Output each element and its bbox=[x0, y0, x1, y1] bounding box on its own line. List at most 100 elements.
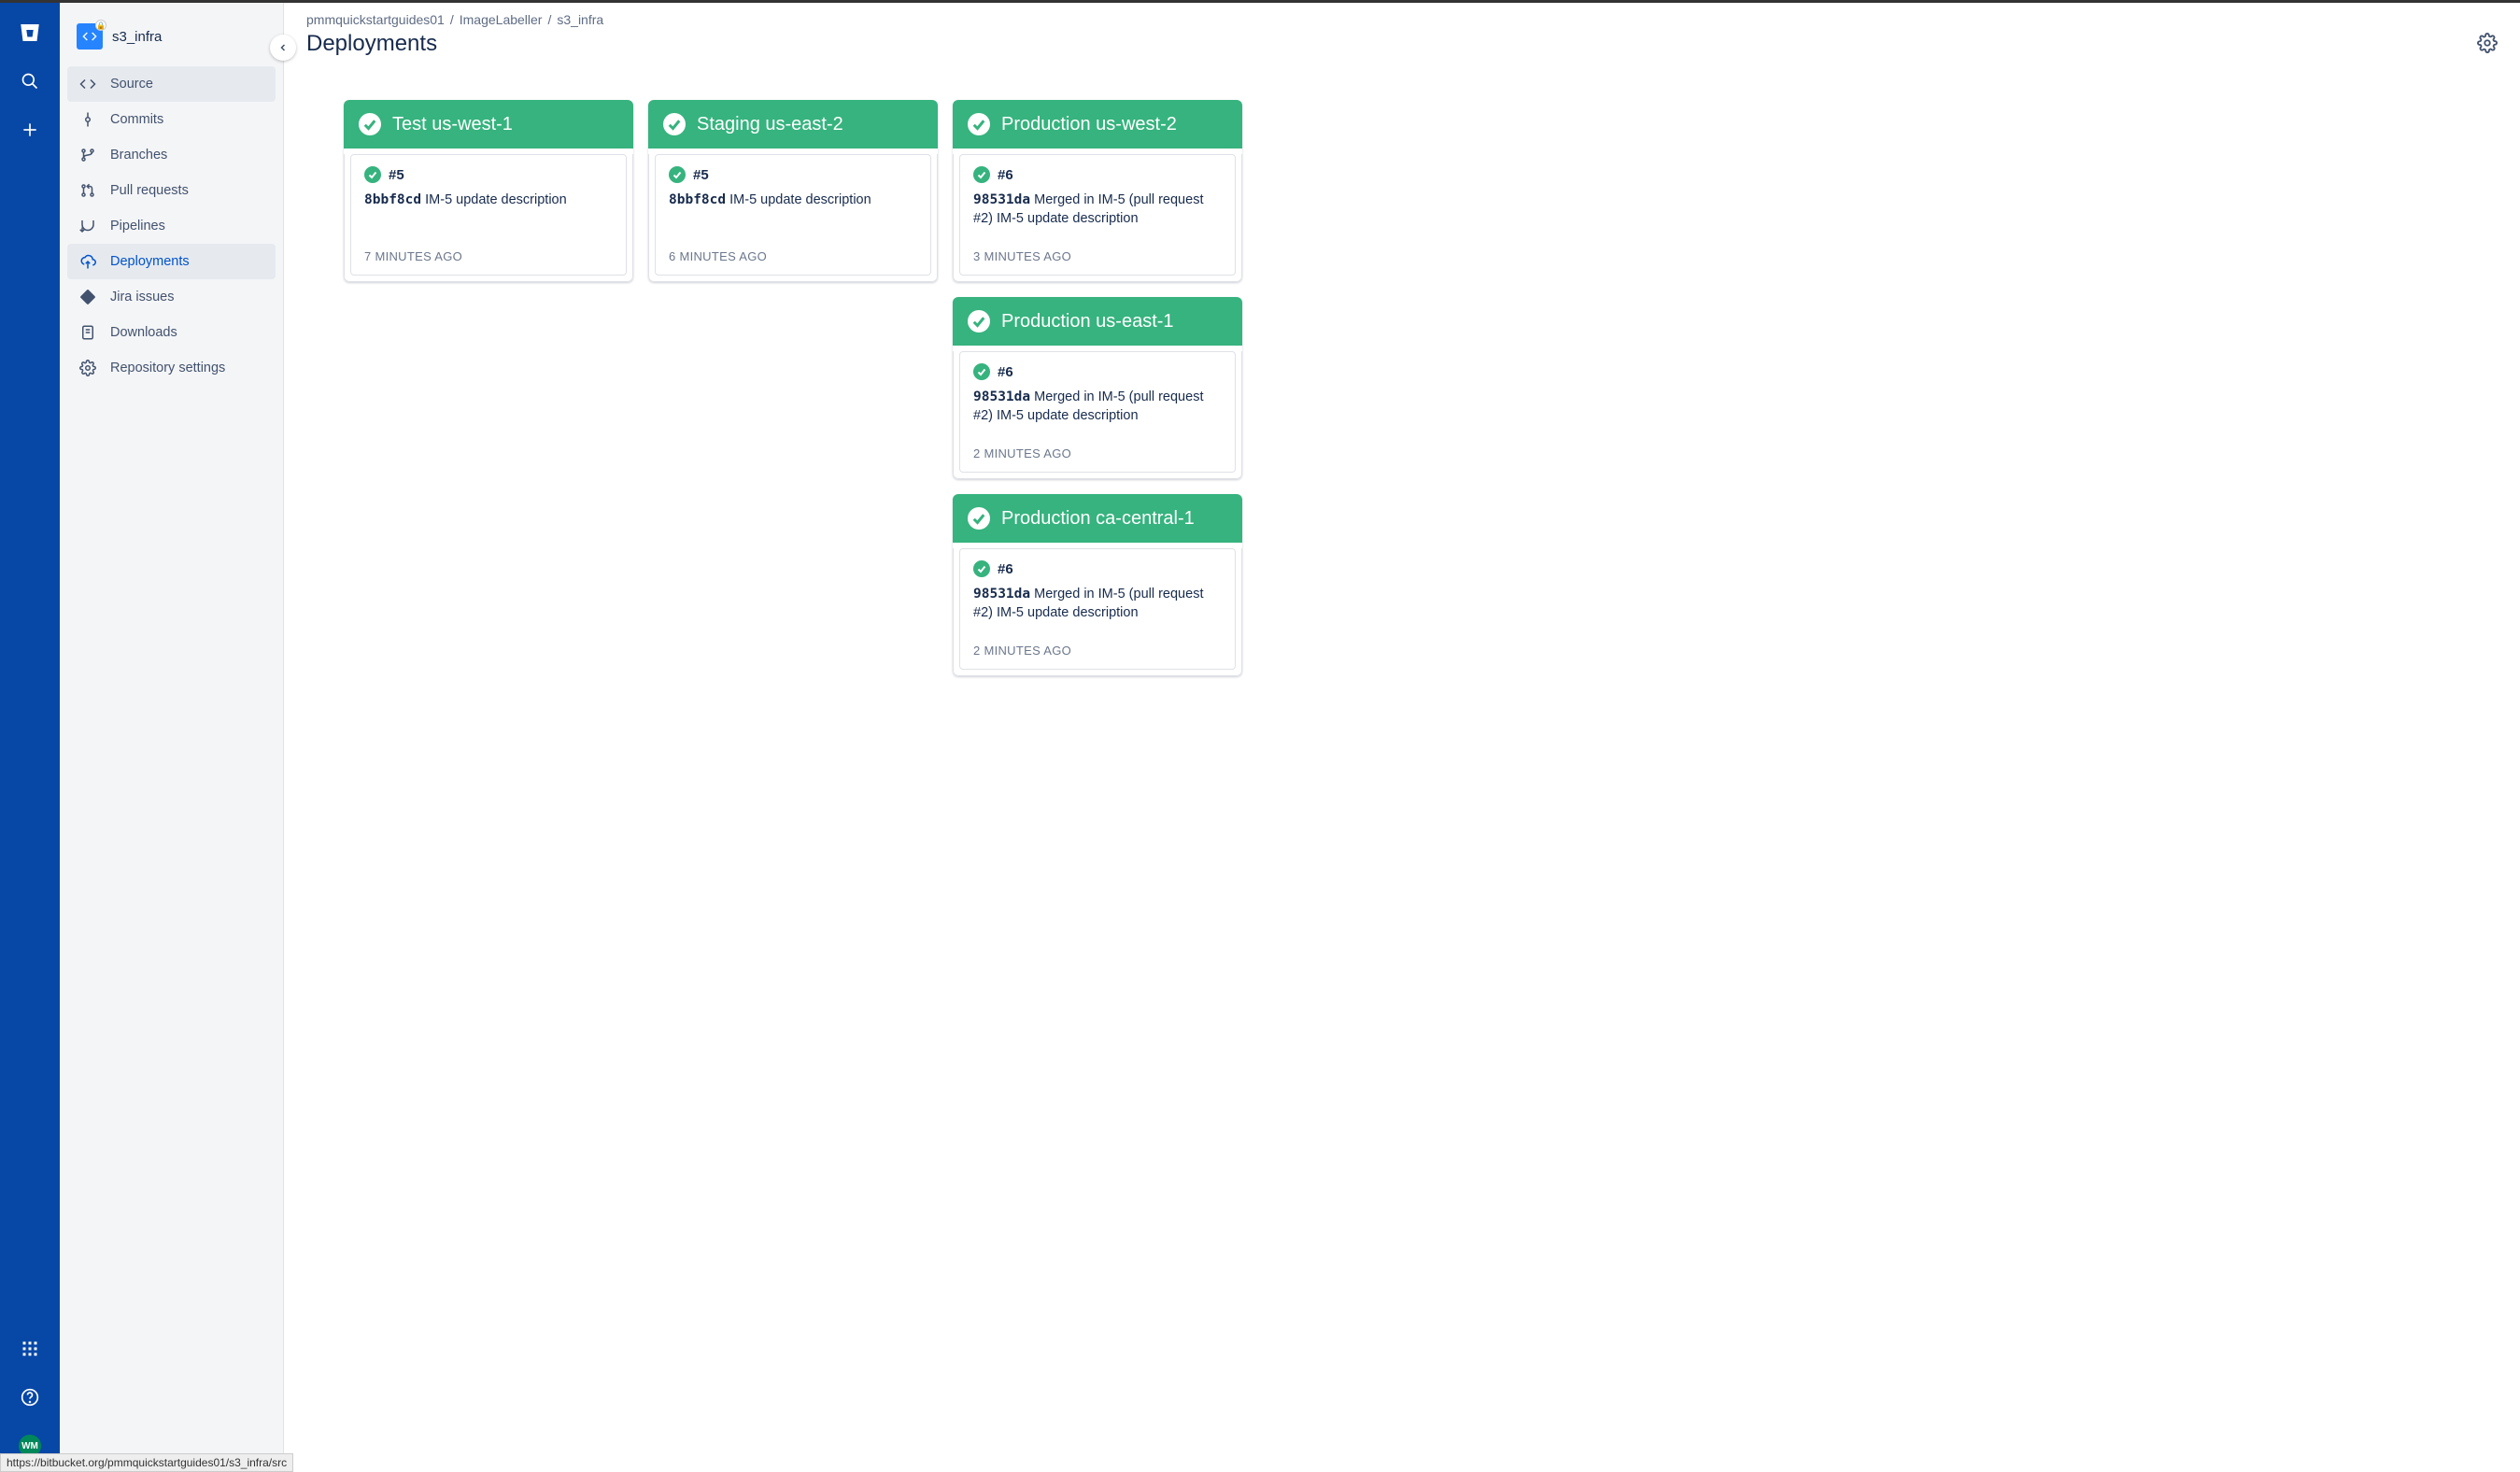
commit-hash[interactable]: 8bbf8cd bbox=[669, 192, 726, 207]
environment-name: Production us-west-2 bbox=[1001, 114, 1177, 135]
build-number: #6 bbox=[998, 167, 1013, 183]
environment-card[interactable]: Production ca-central-1 #698531da Merged … bbox=[953, 494, 1242, 676]
search-icon[interactable] bbox=[19, 70, 41, 92]
bitbucket-logo-icon[interactable] bbox=[19, 21, 41, 44]
repo-header[interactable]: 🔒 s3_infra bbox=[67, 20, 276, 66]
check-circle-icon bbox=[968, 507, 990, 530]
breadcrumb-link[interactable]: pmmquickstartguides01 bbox=[306, 12, 445, 27]
breadcrumb-separator: / bbox=[547, 12, 551, 27]
build-card[interactable]: #58bbf8cd IM-5 update description7 MINUT… bbox=[350, 154, 627, 276]
check-circle-icon bbox=[359, 113, 381, 135]
page-settings-button[interactable] bbox=[2477, 33, 2498, 56]
environment-body: #6 98531da Merged in IM-5 (pull request #… bbox=[953, 351, 1242, 479]
sidebar-item-pull-requests[interactable]: Pull requests bbox=[67, 173, 276, 208]
environment-name: Test us-west-1 bbox=[392, 114, 513, 135]
commit-hash[interactable]: 98531da bbox=[973, 389, 1030, 404]
build-timestamp: 2 MINUTES AGO bbox=[973, 430, 1222, 460]
check-circle-icon bbox=[364, 166, 381, 183]
breadcrumb: pmmquickstartguides01 / ImageLabeller / … bbox=[306, 12, 2498, 27]
apps-icon[interactable] bbox=[19, 1338, 41, 1360]
check-circle-icon bbox=[968, 113, 990, 135]
build-card[interactable]: #58bbf8cd IM-5 update description6 MINUT… bbox=[655, 154, 931, 276]
environment-header: Staging us-east-2 bbox=[648, 100, 938, 149]
build-number: #5 bbox=[389, 167, 404, 183]
build-card[interactable]: #6 98531da Merged in IM-5 (pull request #… bbox=[959, 351, 1236, 473]
sidebar-item-label: Branches bbox=[110, 148, 167, 163]
environment-name: Production us-east-1 bbox=[1001, 311, 1174, 333]
environment-card[interactable]: Staging us-east-2#58bbf8cd IM-5 update d… bbox=[648, 100, 938, 282]
gear-icon bbox=[78, 359, 97, 377]
sidebar-item-label: Commits bbox=[110, 112, 163, 127]
deployment-column: Staging us-east-2#58bbf8cd IM-5 update d… bbox=[648, 100, 938, 282]
build-number: #6 bbox=[998, 364, 1013, 380]
sidebar-item-label: Repository settings bbox=[110, 361, 225, 375]
build-timestamp: 2 MINUTES AGO bbox=[973, 627, 1222, 658]
sidebar-item-downloads[interactable]: Downloads bbox=[67, 315, 276, 350]
environment-body: #58bbf8cd IM-5 update description7 MINUT… bbox=[344, 154, 633, 282]
sidebar-item-label: Pull requests bbox=[110, 183, 189, 198]
build-card[interactable]: #698531da Merged in IM-5 (pull request #… bbox=[959, 548, 1236, 670]
create-icon[interactable] bbox=[19, 119, 41, 141]
sidebar-item-label: Jira issues bbox=[110, 290, 175, 304]
environment-card[interactable]: Production us-east-1 #6 98531da Merged in … bbox=[953, 297, 1242, 479]
check-circle-icon bbox=[973, 363, 990, 380]
environment-header: Test us-west-1 bbox=[344, 100, 633, 149]
sidebar-item-branches[interactable]: Branches bbox=[67, 137, 276, 173]
commit-hash[interactable]: 98531da bbox=[973, 587, 1030, 602]
pull-request-icon bbox=[78, 181, 97, 200]
sidebar-item-label: Pipelines bbox=[110, 219, 165, 234]
browser-status-bar: https://bitbucket.org/pmmquickstartguide… bbox=[0, 1453, 293, 1472]
sidebar-item-jira-issues[interactable]: Jira issues bbox=[67, 279, 276, 315]
environment-card[interactable]: Production us-west-2 #6 98531da Merged in … bbox=[953, 100, 1242, 282]
branch-icon bbox=[78, 146, 97, 164]
check-circle-icon bbox=[663, 113, 686, 135]
environment-header: Production ca-central-1 bbox=[953, 494, 1242, 543]
collapse-sidebar-button[interactable] bbox=[270, 35, 296, 61]
environment-card[interactable]: Test us-west-1 #5 8bbf8cd IM-5 update desc… bbox=[344, 100, 633, 282]
environment-body: #6 98531da Merged in IM-5 (pull request #… bbox=[953, 154, 1242, 282]
sidebar-item-label: Deployments bbox=[110, 254, 190, 269]
breadcrumb-link[interactable]: ImageLabeller bbox=[460, 12, 543, 27]
breadcrumb-link[interactable]: s3_infra bbox=[557, 12, 603, 27]
sidebar-item-repository-settings[interactable]: Repository settings bbox=[67, 350, 276, 386]
page-title: Deployments bbox=[306, 31, 437, 57]
commit-message: 98531da Merged in IM-5 (pull request #2)… bbox=[973, 388, 1222, 426]
download-icon bbox=[78, 323, 97, 342]
sidebar-item-label: Downloads bbox=[110, 325, 177, 340]
deployment-board: Test us-west-1 #5 8bbf8cd IM-5 update desc… bbox=[306, 100, 2498, 676]
lock-icon: 🔒 bbox=[95, 20, 106, 31]
build-timestamp: 3 MINUTES AGO bbox=[973, 233, 1222, 263]
environment-header: Production us-east-1 bbox=[953, 297, 1242, 346]
environment-name: Staging us-east-2 bbox=[697, 114, 843, 135]
sidebar-item-deployments[interactable]: Deployments bbox=[67, 244, 276, 279]
code-icon bbox=[78, 75, 97, 93]
commit-icon bbox=[78, 110, 97, 129]
build-card[interactable]: #6 98531da Merged in IM-5 (pull request #… bbox=[959, 154, 1236, 276]
build-number: #5 bbox=[693, 167, 709, 183]
repo-name: s3_infra bbox=[112, 29, 162, 45]
deployment-column: Production us-west-2 #6 98531da Merged in … bbox=[953, 100, 1242, 676]
main-content: pmmquickstartguides01 / ImageLabeller / … bbox=[284, 3, 2520, 1472]
commit-hash[interactable]: 8bbf8cd bbox=[364, 192, 421, 207]
global-nav: WM bbox=[0, 3, 60, 1472]
commit-hash[interactable]: 98531da bbox=[973, 192, 1030, 207]
build-timestamp: 6 MINUTES AGO bbox=[669, 233, 917, 263]
check-circle-icon bbox=[669, 166, 686, 183]
commit-message: 98531da Merged in IM-5 (pull request #2)… bbox=[973, 191, 1222, 229]
jira-icon bbox=[78, 288, 97, 306]
repo-icon: 🔒 bbox=[77, 23, 103, 50]
sidebar-item-label: Source bbox=[110, 77, 153, 92]
help-icon[interactable] bbox=[19, 1386, 41, 1408]
check-circle-icon bbox=[973, 166, 990, 183]
check-circle-icon bbox=[973, 560, 990, 577]
environment-body: #58bbf8cd IM-5 update description6 MINUT… bbox=[648, 154, 938, 282]
commit-message: 98531da Merged in IM-5 (pull request #2)… bbox=[973, 585, 1222, 623]
check-circle-icon bbox=[968, 310, 990, 333]
breadcrumb-separator: / bbox=[450, 12, 454, 27]
sidebar-item-commits[interactable]: Commits bbox=[67, 102, 276, 137]
sidebar-item-source[interactable]: Source bbox=[67, 66, 276, 102]
sidebar-item-pipelines[interactable]: Pipelines bbox=[67, 208, 276, 244]
environment-header: Production us-west-2 bbox=[953, 100, 1242, 149]
commit-message: 8bbf8cd IM-5 update description bbox=[364, 191, 613, 209]
environment-name: Production ca-central-1 bbox=[1001, 508, 1195, 530]
